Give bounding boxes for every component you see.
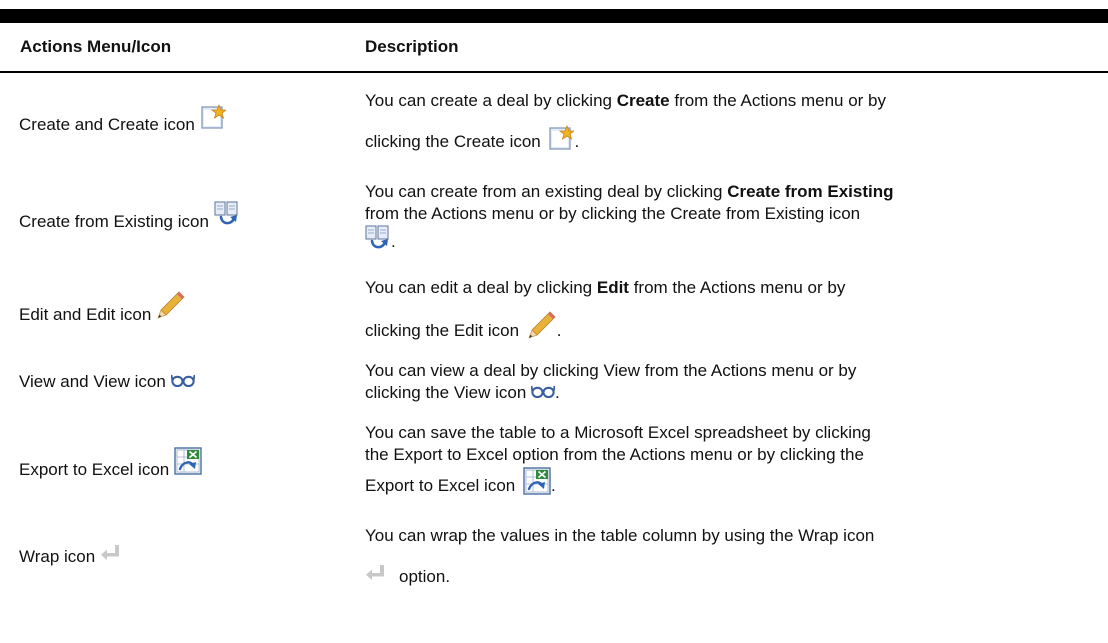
actions-table: Actions Menu/Icon Description Create and… (0, 23, 1108, 596)
wrap-icon (365, 563, 387, 583)
desc-text: . (391, 231, 396, 251)
desc-text: . (550, 476, 556, 495)
create-from-existing-icon (214, 201, 240, 227)
desc-emphasis: Edit (596, 278, 629, 297)
header-actions: Actions Menu/Icon (0, 23, 365, 73)
desc-text: from the Actions menu or by (669, 91, 887, 110)
row-label: Export to Excel icon (19, 460, 170, 479)
desc-text: You can create a deal by clicking (365, 91, 617, 110)
desc-emphasis: Create (616, 91, 670, 110)
row-label-cell: Export to Excel icon (0, 414, 365, 514)
desc-text: You can save the table to a Microsoft Ex… (365, 423, 871, 442)
row-label: Edit and Edit icon (19, 305, 152, 324)
table-row: Edit and Edit icon You can edit a deal b… (0, 266, 1108, 350)
desc-text: the Export to Excel option from the Acti… (365, 445, 864, 464)
row-description: You can create from an existing deal by … (365, 167, 1108, 266)
excel-export-icon (523, 467, 551, 495)
table-row: Create and Create icon You can create a … (0, 72, 1108, 167)
desc-text: . (555, 383, 560, 402)
row-label-cell: Wrap icon (0, 514, 365, 596)
pencil-icon (527, 310, 557, 340)
desc-text: from the Actions menu or by (628, 278, 846, 297)
desc-text: You can view a deal by clicking View fro… (365, 361, 857, 380)
row-label: Wrap icon (19, 546, 96, 566)
row-label: Create from Existing icon (19, 211, 209, 231)
glasses-icon (171, 373, 195, 388)
row-description: You can create a deal by clicking Create… (365, 72, 1108, 167)
table-header-row: Actions Menu/Icon Description (0, 23, 1108, 73)
desc-text: You can wrap the values in the table col… (365, 526, 875, 545)
create-icon (548, 125, 574, 151)
row-label: Create and Create icon (19, 115, 195, 134)
row-description: You can wrap the values in the table col… (365, 514, 1108, 596)
desc-text: . (556, 321, 562, 340)
desc-text: clicking the Create icon (365, 132, 546, 151)
desc-text: option. (399, 567, 451, 586)
row-label-cell: Edit and Edit icon (0, 266, 365, 350)
desc-text: clicking the View icon (365, 383, 531, 402)
row-label-cell: View and View icon (0, 350, 365, 414)
desc-emphasis: Create from Existing (727, 181, 894, 201)
row-label-cell: Create and Create icon (0, 72, 365, 167)
header-description: Description (365, 23, 1108, 73)
desc-text: from the Actions menu or by clicking the… (365, 203, 861, 223)
desc-text: . (574, 132, 580, 151)
glasses-icon (531, 384, 555, 399)
row-description: You can view a deal by clicking View fro… (365, 350, 1108, 414)
row-label-cell: Create from Existing icon (0, 167, 365, 266)
desc-text: Export to Excel icon (365, 476, 520, 495)
create-from-existing-icon (365, 225, 391, 251)
row-description: You can save the table to a Microsoft Ex… (365, 414, 1108, 514)
desc-text: You can edit a deal by clicking (365, 278, 597, 297)
excel-export-icon (174, 447, 202, 475)
top-rule (0, 9, 1108, 23)
table-row: Export to Excel icon You can save the ta… (0, 414, 1108, 514)
row-description: You can edit a deal by clicking Edit fro… (365, 266, 1108, 350)
desc-text: clicking the Edit icon (365, 321, 524, 340)
desc-text: You can create from an existing deal by … (365, 181, 728, 201)
table-row: View and View icon You can view a deal b… (0, 350, 1108, 414)
wrap-icon (100, 543, 122, 563)
table-row: Wrap icon You can wrap the values in the… (0, 514, 1108, 596)
pencil-icon (156, 290, 186, 320)
table-row: Create from Existing icon You can create… (0, 167, 1108, 266)
create-icon (200, 104, 226, 130)
row-label: View and View icon (19, 372, 166, 391)
